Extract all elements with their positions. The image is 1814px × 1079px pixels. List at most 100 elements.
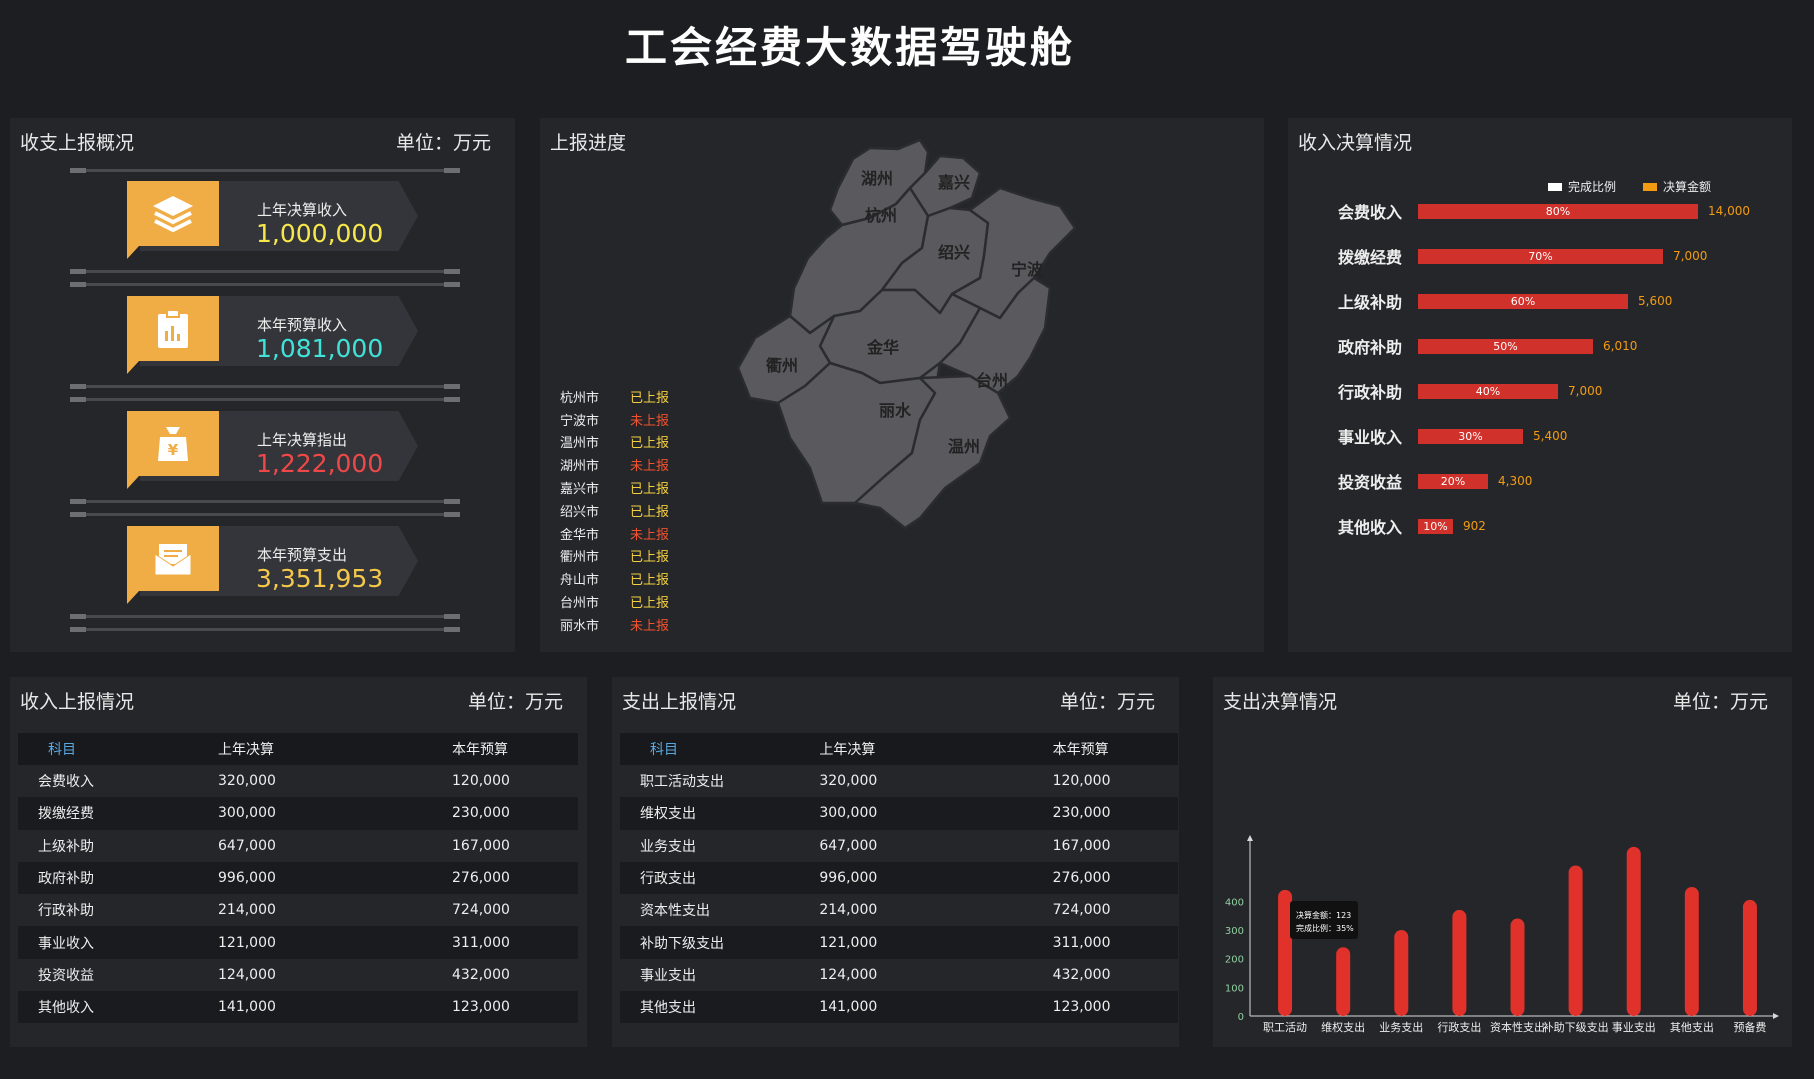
cell-last-year: 647,000 [218, 837, 276, 854]
status-text: 未上报 [630, 459, 670, 475]
cell-last-year: 320,000 [218, 773, 276, 790]
cell-this-year: 276,000 [452, 870, 510, 887]
legend-item: 决算金额 [1643, 178, 1711, 195]
bar-label: 事业收入 [1337, 428, 1402, 447]
table-row[interactable]: 上级补助 647,000 167,000 [18, 830, 578, 862]
bar-amount: 6,010 [1603, 339, 1638, 353]
cell-this-year: 311,000 [1052, 934, 1111, 951]
bar-amount: 5,400 [1533, 429, 1568, 443]
status-row: 绍兴市 已上报 [560, 499, 669, 522]
cell-this-year: 724,000 [1052, 902, 1111, 919]
cell-subject: 拨缴经费 [38, 806, 94, 823]
cell-subject: 上级补助 [38, 838, 94, 855]
legend-swatch [1548, 182, 1562, 191]
income-settlement-panel: 收入决算情况 完成比例 决算金额 会费收入 80% 14,000 拨缴经费 70% 7,0… [1288, 118, 1792, 652]
zhejiang-map[interactable]: 湖州 嘉兴 杭州 绍兴 宁波 金华 衢州 台州 丽水 温州 [690, 128, 1150, 643]
overview-panel: 收支上报概况 单位：万元 上年决算收入 1,000,000 本年预算收入 1,0… [10, 118, 515, 652]
status-row: 台州市 已上报 [560, 590, 669, 613]
status-text: 未上报 [630, 413, 670, 429]
bar[interactable] [1684, 887, 1699, 1016]
legend-item: 完成比例 [1548, 178, 1616, 195]
bar-amount: 7,000 [1568, 384, 1603, 398]
cell-subject: 事业收入 [38, 935, 94, 952]
bar-label: 投资收益 [1337, 473, 1402, 492]
y-tick-label: 100 [1225, 983, 1244, 994]
cell-this-year: 230,000 [1052, 805, 1111, 822]
table-row[interactable]: 行政补助 214,000 724,000 [18, 894, 578, 926]
table-row[interactable]: 政府补助 996,000 276,000 [18, 861, 578, 895]
cell-last-year: 300,000 [218, 805, 276, 822]
bar[interactable]: 80% [1418, 203, 1698, 219]
income-bar-row: 拨缴经费 70% 7,000 [1318, 246, 1708, 267]
bar-amount: 7,000 [1673, 249, 1708, 263]
expense-bar-chart[interactable]: 0 100 200 300 400 职工活动 维权支出 业务支出 行政支出 资本性支出补助下级支出… [1213, 677, 1792, 1047]
table-row[interactable]: 事业收入 121,000 311,000 [18, 926, 578, 959]
map-label: 丽水 [879, 401, 912, 420]
income-report-table: 科目 上年决算 本年预算 会费收入 320,000 120,000 拨缴经费 300,000… [18, 733, 578, 1024]
bar[interactable] [1568, 865, 1583, 1017]
cell-last-year: 647,000 [819, 837, 878, 854]
table-row[interactable]: 资本性支出 214,000 724,000 [620, 894, 1178, 926]
bar[interactable]: 10% [1418, 518, 1453, 534]
bar-amount: 14,000 [1708, 204, 1750, 218]
cell-subject: 其他收入 [38, 1000, 94, 1017]
overview-label: 上年决算指出 [257, 431, 348, 449]
legend-swatch [1643, 182, 1657, 191]
cell-last-year: 124,000 [218, 966, 276, 983]
x-tick-label: 事业支出 [1612, 1020, 1656, 1034]
table-row[interactable]: 事业支出 124,000 432,000 [620, 959, 1178, 991]
divider [70, 168, 460, 173]
table-row[interactable]: 会费收入 320,000 120,000 [18, 765, 578, 797]
map-label: 绍兴 [938, 243, 970, 262]
status-text: 已上报 [630, 573, 670, 589]
x-tick-label: 预备费 [1733, 1020, 1766, 1034]
bar-label: 行政补助 [1337, 383, 1402, 402]
status-row: 衢州市 已上报 [560, 545, 669, 568]
income-bar-row: 其他收入 10% 902 [1318, 516, 1486, 537]
y-tick-label: 0 [1238, 1012, 1244, 1023]
bar[interactable] [1394, 930, 1409, 1016]
bar-label: 政府补助 [1337, 338, 1402, 357]
overview-item: 本年预算收入 1,081,000 [10, 296, 525, 411]
bar[interactable] [1510, 918, 1525, 1016]
bar[interactable]: 60% [1418, 293, 1628, 309]
income-bar-row: 上级补助 60% 5,600 [1318, 291, 1672, 312]
income-settlement-title: 收入决算情况 [1298, 132, 1413, 154]
table-row[interactable]: 其他支出 141,000 123,000 [620, 991, 1178, 1024]
bar[interactable] [1742, 899, 1757, 1016]
status-text: 已上报 [630, 436, 670, 452]
cell-this-year: 120,000 [452, 773, 510, 790]
table-row[interactable]: 维权支出 300,000 230,000 [620, 797, 1178, 830]
bar[interactable]: 20% [1418, 473, 1488, 489]
bar[interactable]: 70% [1418, 248, 1663, 264]
status-row: 杭州市 已上报 [560, 385, 669, 408]
table-row[interactable]: 职工活动支出 320,000 120,000 [620, 765, 1178, 797]
bar[interactable] [1452, 909, 1467, 1016]
table-row[interactable]: 补助下级支出 121,000 311,000 [620, 926, 1178, 959]
bar[interactable] [1336, 947, 1351, 1016]
table-row[interactable]: 拨缴经费 300,000 230,000 [18, 797, 578, 830]
cell-this-year: 123,000 [452, 999, 510, 1016]
table-row[interactable]: 业务支出 647,000 167,000 [620, 830, 1178, 862]
income-report-panel: 收入上报情况 单位：万元 科目 上年决算 本年预算 会费收入 320,000 120,0… [10, 677, 587, 1047]
status-text: 已上报 [630, 596, 670, 612]
table-row[interactable]: 行政支出 996,000 276,000 [620, 861, 1178, 895]
overview-title: 收支上报概况 [20, 132, 135, 154]
bar[interactable]: 30% [1418, 428, 1523, 444]
table-row[interactable]: 其他收入 141,000 123,000 [18, 991, 578, 1024]
x-tick-label: 业务支出 [1379, 1020, 1423, 1034]
bar-label: 上级补助 [1337, 293, 1402, 312]
cell-subject: 补助下级支出 [640, 935, 724, 952]
bar[interactable]: 50% [1418, 338, 1593, 354]
expense-report-table: 科目 上年决算 本年预算 职工活动支出 320,000 120,000 维权支出 300,0… [620, 733, 1178, 1024]
cell-this-year: 123,000 [1052, 999, 1111, 1016]
bar[interactable] [1278, 889, 1293, 1016]
bar[interactable] [1626, 846, 1641, 1016]
table-row[interactable]: 投资收益 124,000 432,000 [18, 959, 578, 991]
bar-label: 会费收入 [1337, 203, 1402, 222]
x-tick-label: 其他支出 [1670, 1020, 1714, 1034]
cell-this-year: 432,000 [1052, 966, 1111, 983]
bar[interactable]: 40% [1418, 383, 1558, 399]
cell-this-year: 432,000 [452, 966, 510, 983]
layers-icon [127, 181, 219, 259]
